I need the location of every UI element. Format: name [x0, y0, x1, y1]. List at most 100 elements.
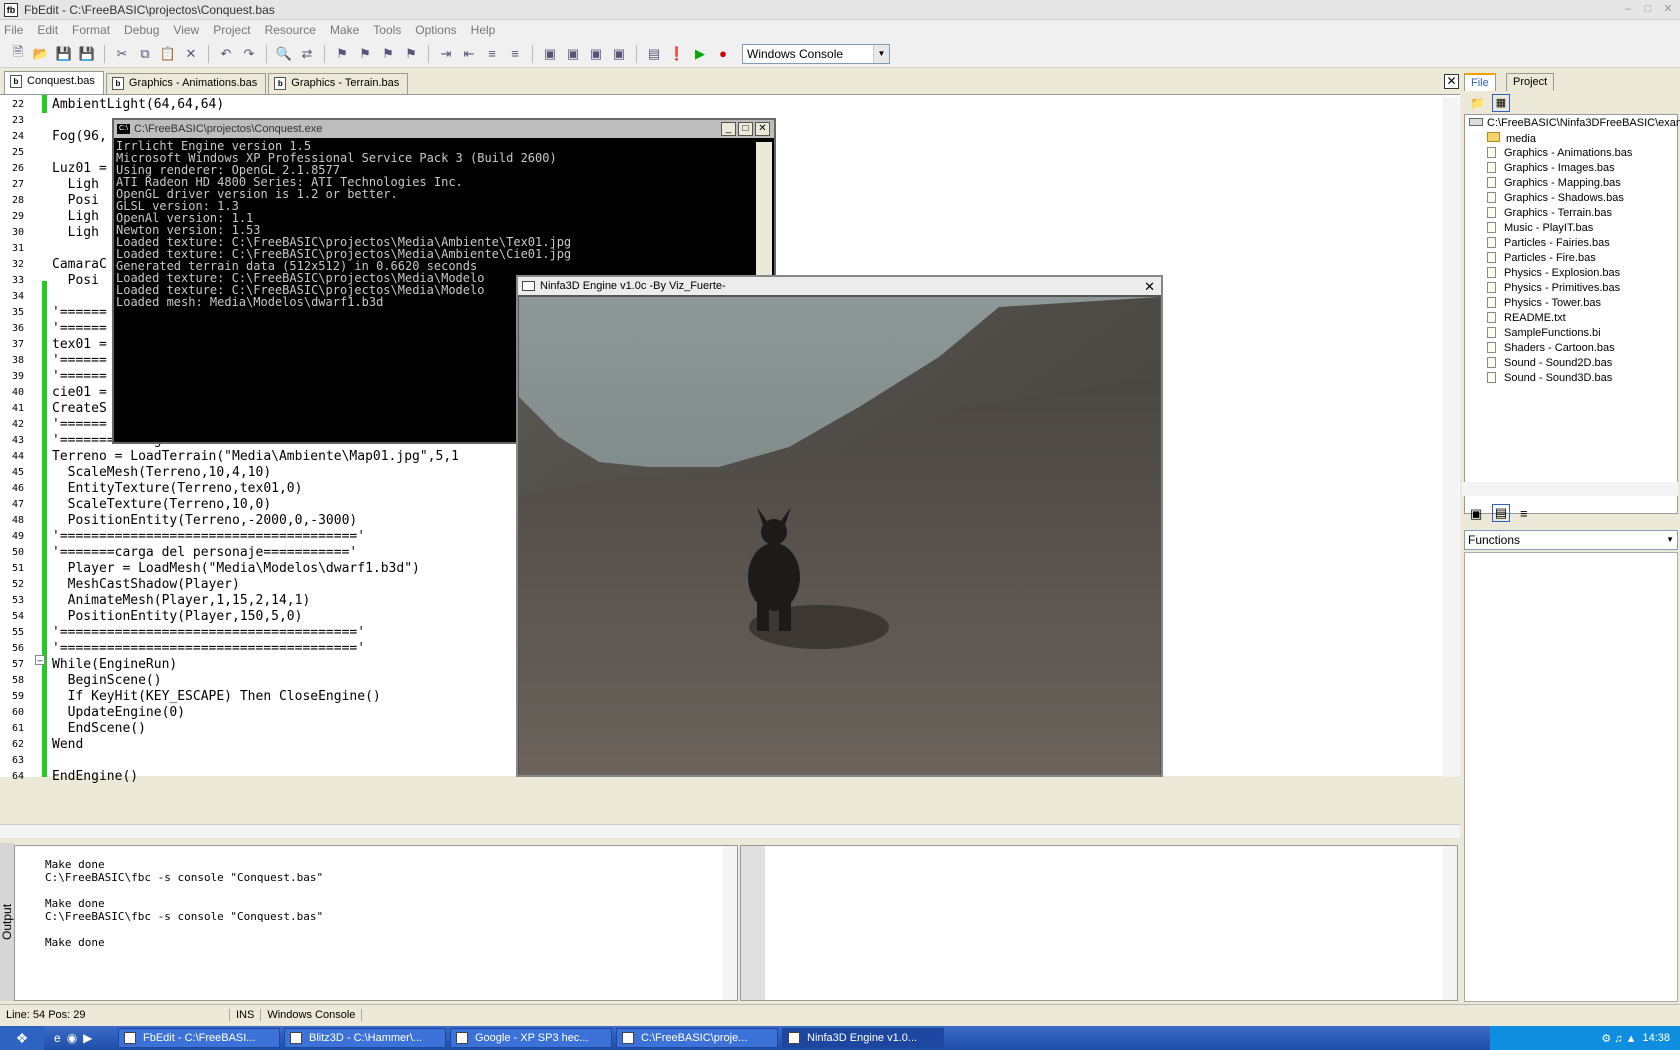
code-line[interactable]: Player = LoadMesh("Media\Modelos\dwarf1.…	[52, 561, 420, 576]
functions-select[interactable]: Functions ▼	[1464, 530, 1678, 550]
bookmark-clear-icon[interactable]: ⚑	[401, 44, 421, 64]
tab-graphics-terrain[interactable]: b Graphics - Terrain.bas	[268, 73, 409, 94]
functions-list[interactable]	[1464, 552, 1678, 1002]
tree-file[interactable]: Graphics - Animations.bas	[1487, 147, 1632, 159]
tree-file[interactable]: Sound - Sound3D.bas	[1487, 372, 1612, 384]
code-line[interactable]: '=======carga del personaje==========='	[52, 545, 357, 560]
fold-toggle[interactable]: –	[35, 655, 45, 665]
ie-icon[interactable]: e	[54, 1031, 61, 1045]
view-icon-2[interactable]: ▤	[1492, 504, 1510, 522]
bookmark-next-icon[interactable]: ⚑	[355, 44, 375, 64]
save-icon[interactable]: 💾	[54, 44, 74, 64]
code-line[interactable]: cie01 =	[52, 385, 107, 400]
code-line[interactable]: UpdateEngine(0)	[52, 705, 185, 720]
compile-icon[interactable]: ▤	[644, 44, 664, 64]
copy-icon[interactable]: ⧉	[135, 44, 155, 64]
code-line[interactable]: AmbientLight(64,64,64)	[52, 97, 224, 112]
code-line[interactable]: Terreno = LoadTerrain("Media\Ambiente\Ma…	[52, 449, 459, 464]
maximize-button[interactable]: □	[1640, 2, 1656, 16]
menu-resource[interactable]: Resource	[265, 23, 316, 37]
output-scrollbar[interactable]	[723, 846, 737, 1000]
tree-file[interactable]: Music - PlayIT.bas	[1487, 222, 1593, 234]
editor-horizontal-scrollbar[interactable]	[0, 824, 1460, 838]
code-line[interactable]: Ligh	[52, 209, 99, 224]
tree-file[interactable]: Shaders - Cartoon.bas	[1487, 342, 1615, 354]
open-folder-icon[interactable]: 📂	[31, 44, 51, 64]
code-line[interactable]: PositionEntity(Terreno,-2000,0,-3000)	[52, 513, 358, 528]
code-line[interactable]: tex01 =	[52, 337, 107, 352]
tree-horizontal-scrollbar[interactable]	[1462, 482, 1678, 496]
code-line[interactable]: If KeyHit(KEY_ESCAPE) Then CloseEngine()	[52, 689, 381, 704]
code-line[interactable]: PositionEntity(Player,150,5,0)	[52, 609, 303, 624]
menu-help[interactable]: Help	[471, 23, 496, 37]
task-blitz3d[interactable]: Blitz3D - C:\Hammer\...	[284, 1028, 446, 1048]
code-line[interactable]: Fog(96,	[52, 129, 107, 144]
engine-close-button[interactable]: ✕	[1144, 278, 1155, 296]
code-line[interactable]: '======	[52, 353, 107, 368]
indent-icon[interactable]: ⇥	[436, 44, 456, 64]
run-icon[interactable]: ▶	[690, 44, 710, 64]
tree-file[interactable]: Physics - Tower.bas	[1487, 297, 1601, 309]
tree-file[interactable]: Graphics - Mapping.bas	[1487, 177, 1621, 189]
menu-file[interactable]: File	[4, 23, 23, 37]
tree-folder-media[interactable]: media	[1487, 132, 1536, 145]
tree-file[interactable]: Particles - Fairies.bas	[1487, 237, 1610, 249]
code-line[interactable]: CreateS	[52, 401, 107, 416]
code-line[interactable]: '======	[52, 417, 107, 432]
menu-make[interactable]: Make	[330, 23, 359, 37]
output-immediate[interactable]	[740, 845, 1458, 1001]
console-maximize-button[interactable]: □	[738, 122, 753, 136]
code-line[interactable]: ScaleMesh(Terreno,10,4,10)	[52, 465, 272, 480]
tree-file[interactable]: Physics - Explosion.bas	[1487, 267, 1620, 279]
code-line[interactable]: EntityTexture(Terreno,tex01,0)	[52, 481, 303, 496]
undo-icon[interactable]: ↶	[216, 44, 236, 64]
task-ninfa3d[interactable]: Ninfa3D Engine v1.0...	[782, 1028, 944, 1048]
menu-project[interactable]: Project	[213, 23, 250, 37]
3d-scene-viewport[interactable]	[519, 297, 1160, 775]
delete-icon[interactable]: ✕	[181, 44, 201, 64]
chevron-down-icon[interactable]: ▼	[1666, 531, 1674, 549]
menu-options[interactable]: Options	[415, 23, 456, 37]
code-line[interactable]: '======	[52, 321, 107, 336]
menu-tools[interactable]: Tools	[373, 23, 401, 37]
tab-file[interactable]: File	[1464, 73, 1496, 91]
media-icon[interactable]: ▶	[83, 1031, 92, 1045]
menu-view[interactable]: View	[173, 23, 199, 37]
code-line[interactable]: Ligh	[52, 225, 99, 240]
tree-file[interactable]: Sound - Sound2D.bas	[1487, 357, 1612, 369]
console-close-button[interactable]: ✕	[755, 122, 770, 136]
chevron-down-icon[interactable]: ▼	[873, 44, 889, 63]
paste-icon[interactable]: 📋	[158, 44, 178, 64]
view-project-icon[interactable]: ▣	[563, 44, 583, 64]
menu-edit[interactable]: Edit	[37, 23, 58, 37]
tree-file[interactable]: Graphics - Shadows.bas	[1487, 192, 1624, 204]
find-icon[interactable]: 🔍	[274, 44, 294, 64]
output-log[interactable]: Make done C:\FreeBASIC\fbc -s console "Co…	[14, 845, 738, 1001]
code-line[interactable]: '======================================'	[52, 529, 365, 544]
cut-icon[interactable]: ✂	[112, 44, 132, 64]
task-google[interactable]: Google - XP SP3 hec...	[450, 1028, 612, 1048]
folder-up-icon[interactable]: 📁	[1470, 96, 1486, 110]
code-line[interactable]: '======	[52, 369, 107, 384]
firefox-icon[interactable]: ◉	[67, 1031, 77, 1045]
task-fbedit[interactable]: FbEdit - C:\FreeBASI...	[118, 1028, 280, 1048]
menu-format[interactable]: Format	[72, 23, 110, 37]
tray-icons[interactable]: ⚙ ♫ ▲	[1601, 1032, 1636, 1045]
tree-file[interactable]: Particles - Fire.bas	[1487, 252, 1596, 264]
tree-file[interactable]: Graphics - Terrain.bas	[1487, 207, 1612, 219]
tree-file[interactable]: README.txt	[1487, 312, 1566, 324]
code-line[interactable]: Ligh	[52, 177, 99, 192]
code-line[interactable]: ScaleTexture(Terreno,10,0)	[52, 497, 272, 512]
code-line[interactable]: '======================================'	[52, 641, 365, 656]
editor-vertical-scrollbar[interactable]	[1443, 97, 1459, 777]
code-line[interactable]: AnimateMesh(Player,1,15,2,14,1)	[52, 593, 311, 608]
outdent-icon[interactable]: ⇤	[459, 44, 479, 64]
immediate-scrollbar[interactable]	[1443, 846, 1457, 1000]
tree-file[interactable]: Graphics - Images.bas	[1487, 162, 1615, 174]
error-icon[interactable]: ❗	[667, 44, 687, 64]
bookmark-toggle-icon[interactable]: ⚑	[332, 44, 352, 64]
redo-icon[interactable]: ↷	[239, 44, 259, 64]
view-output-icon[interactable]: ▣	[540, 44, 560, 64]
engine-window[interactable]: Ninfa3D Engine v1.0c -By Viz_Fuerte- ✕	[516, 275, 1163, 777]
tab-project[interactable]: Project	[1506, 73, 1555, 91]
